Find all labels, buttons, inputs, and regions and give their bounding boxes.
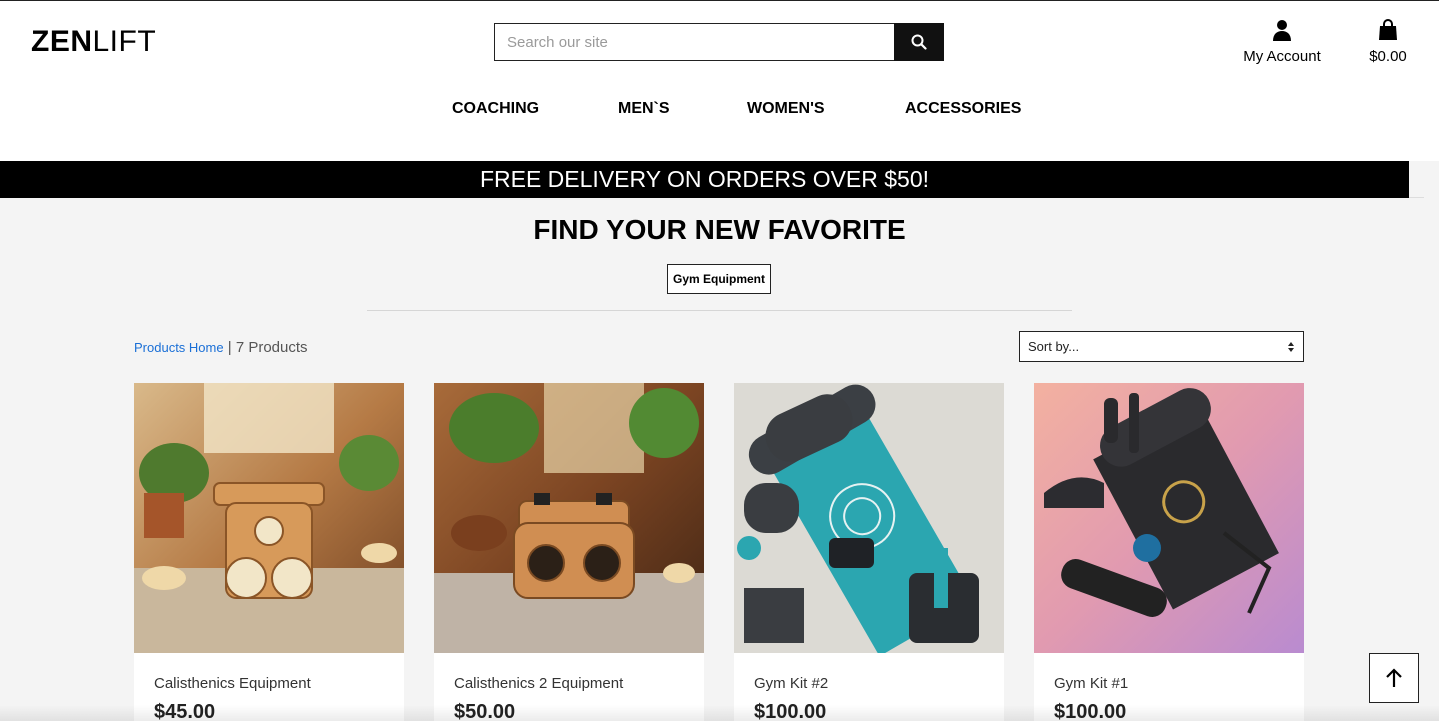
nav-item-accessories[interactable]: ACCESSORIES xyxy=(905,100,1021,118)
page-title: FIND YOUR NEW FAVORITE xyxy=(533,214,906,245)
sort-arrows-icon xyxy=(1288,341,1294,352)
product-title[interactable]: Calisthenics Equipment xyxy=(154,675,311,692)
banner-divider xyxy=(1409,197,1424,198)
product-count: 7 Products xyxy=(235,339,308,356)
product-card[interactable]: Gym Kit #1 $100.00 xyxy=(1034,383,1304,721)
breadcrumb-separator: | xyxy=(223,339,236,356)
product-price: $45.00 xyxy=(154,701,216,721)
sort-select-value: Sort by... xyxy=(1028,339,1080,354)
product-title[interactable]: Gym Kit #1 xyxy=(1054,675,1128,692)
product-card[interactable]: Calisthenics Equipment $45.00 xyxy=(134,383,404,721)
search-icon xyxy=(911,34,927,50)
logo-text-bold: ZEN xyxy=(31,25,93,58)
product-image-gym-kit-1[interactable] xyxy=(1034,383,1304,653)
cart-link[interactable]: $0.00 xyxy=(1360,19,1416,65)
account-label: My Account xyxy=(1243,48,1321,65)
search-button[interactable] xyxy=(894,23,944,61)
product-card[interactable]: Gym Kit #2 $100.00 xyxy=(734,383,1004,721)
product-title[interactable]: Gym Kit #2 xyxy=(754,675,828,692)
product-price: $100.00 xyxy=(754,701,827,721)
page: ZENLIFT My Account $0.00 xyxy=(0,0,1439,721)
breadcrumb: Products Home | 7 Products xyxy=(134,339,308,356)
product-image-calisthenics-grip[interactable] xyxy=(434,383,704,653)
cart-total: $0.00 xyxy=(1369,48,1407,65)
sort-select[interactable]: Sort by... xyxy=(1019,331,1304,362)
nav-item-mens[interactable]: MEN`S xyxy=(618,100,670,118)
nav-item-womens[interactable]: WOMEN'S xyxy=(747,100,825,118)
product-price: $100.00 xyxy=(1054,701,1127,721)
site-logo[interactable]: ZENLIFT xyxy=(31,25,156,59)
logo-text-light: LIFT xyxy=(92,25,157,58)
promo-banner: FREE DELIVERY ON ORDERS OVER $50! xyxy=(0,161,1409,198)
product-title[interactable]: Calisthenics 2 Equipment xyxy=(454,675,623,692)
arrow-up-icon xyxy=(1386,668,1402,687)
category-tag-button[interactable]: Gym Equipment xyxy=(667,264,771,294)
breadcrumb-products-home-link[interactable]: Products Home xyxy=(134,340,224,355)
nav-item-coaching[interactable]: COACHING xyxy=(452,100,539,118)
product-image-calisthenics-stand[interactable] xyxy=(134,383,404,653)
product-price: $50.00 xyxy=(454,701,516,721)
site-header: ZENLIFT My Account $0.00 xyxy=(0,0,1439,161)
product-image-gym-kit-2[interactable] xyxy=(734,383,1004,653)
user-icon xyxy=(1273,20,1291,41)
search-input[interactable] xyxy=(494,23,894,61)
section-divider xyxy=(367,310,1072,311)
search-form xyxy=(494,23,944,61)
product-card[interactable]: Calisthenics 2 Equipment $50.00 xyxy=(434,383,704,721)
account-link[interactable]: My Account xyxy=(1236,19,1328,65)
shopping-bag-icon xyxy=(1379,19,1397,40)
back-to-top-button[interactable] xyxy=(1369,653,1419,703)
